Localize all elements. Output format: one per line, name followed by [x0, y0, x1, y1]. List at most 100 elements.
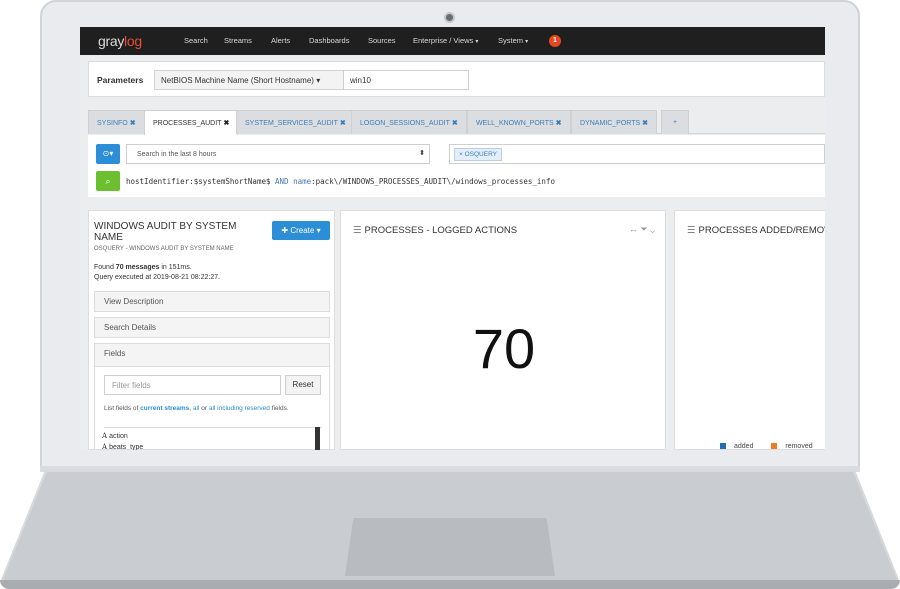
search-icon: ⌕ — [105, 176, 111, 186]
widget-title-text: PROCESSES ADDED/REMOVED — [698, 225, 825, 236]
caret-down-icon: ▾ — [109, 149, 114, 158]
nav-dashboards[interactable]: Dashboards — [309, 36, 349, 45]
filter-icon[interactable]: ⏷ — [640, 224, 647, 234]
view-description-toggle[interactable]: View Description — [94, 291, 330, 312]
query-value: :pack\/WINDOWS_PROCESSES_AUDIT\/windows_… — [311, 177, 555, 186]
query-operator: AND — [275, 177, 289, 186]
search-go-button[interactable]: ⌕ — [96, 171, 120, 191]
widget-processes-logged-actions: ☰ PROCESSES - LOGGED ACTIONS ↔ ⏷ ⌄ 70 — [340, 210, 666, 450]
field-name: action — [109, 433, 128, 440]
current-streams-link[interactable]: current streams — [140, 405, 189, 412]
string-type-icon: A — [102, 432, 108, 440]
reserved-fields-link[interactable]: all including reserved — [209, 405, 270, 412]
plus-icon: ✚ — [281, 226, 289, 235]
parameter-value-input[interactable]: win10 — [343, 70, 469, 90]
notification-badge[interactable]: 1 — [549, 35, 561, 47]
query-executed-time: Query executed at 2019-08-21 08:22:27. — [94, 274, 221, 281]
nav-enterprise-label: Enterprise / Views — [413, 36, 474, 45]
tab-logon-sessions-audit[interactable]: LOGON_SESSIONS_AUDIT ✖ — [351, 110, 467, 134]
add-tab-button[interactable]: + — [661, 110, 689, 134]
close-icon[interactable]: ✖ — [340, 120, 346, 127]
parameter-select-value: NetBIOS Machine Name (Short Hostname) — [161, 76, 314, 85]
found-count: 70 messages — [115, 264, 160, 271]
time-range-value: Search in the last 8 hours — [137, 151, 217, 158]
nav-sources[interactable]: Sources — [368, 36, 396, 45]
tab-dynamic-ports[interactable]: DYNAMIC_PORTS ✖ — [571, 110, 658, 134]
drag-handle-icon[interactable]: ☰ — [687, 225, 696, 236]
field-item[interactable]: Abeats_type — [102, 442, 151, 450]
divider — [104, 427, 322, 428]
remove-chip-icon[interactable]: × — [459, 151, 463, 158]
screen: graylog Search Streams Alerts Dashboards… — [80, 27, 825, 450]
widget-title: ☰PROCESSES ADDED/REMOVED — [687, 225, 825, 236]
close-icon[interactable]: ✖ — [130, 120, 136, 127]
tab-label: PROCESSES_AUDIT — [153, 120, 222, 127]
search-details-toggle[interactable]: Search Details — [94, 317, 330, 338]
nav-system-label: System — [498, 36, 524, 45]
field-list: Aaction Abeats_type AcalendarTime — [102, 431, 151, 450]
logo-text: gray — [98, 33, 125, 49]
string-type-icon: A — [102, 443, 108, 450]
fields-header[interactable]: Fields — [94, 343, 330, 367]
stream-chip-label: OSQUERY — [464, 151, 497, 158]
chevron-down-icon[interactable]: ⌄ — [650, 224, 655, 234]
legend-label-added: added — [734, 443, 754, 450]
legend-label-removed: removed — [785, 443, 813, 450]
tab-well-known-ports[interactable]: WELL_KNOWN_PORTS ✖ — [467, 110, 571, 134]
tab-system-services-audit[interactable]: SYSTEM_SERVICES_AUDIT ✖ — [236, 110, 355, 134]
parameters-bar: Parameters NetBIOS Machine Name (Short H… — [88, 61, 825, 97]
create-label: Create — [290, 226, 315, 235]
graylog-logo[interactable]: graylog — [98, 33, 142, 49]
expand-icon[interactable]: ↔ — [629, 224, 638, 234]
drag-handle-icon[interactable]: ☰ — [353, 225, 362, 236]
nav-enterprise-views[interactable]: Enterprise / Views ▾ — [413, 36, 478, 45]
camera-icon — [444, 12, 455, 23]
tab-processes-audit[interactable]: PROCESSES_AUDIT ✖ — [144, 110, 239, 135]
updown-caret-icon: ⬍ — [419, 150, 425, 157]
streams-filter[interactable]: × OSQUERY — [449, 144, 825, 164]
filter-fields-input[interactable]: Filter fields — [104, 375, 281, 395]
nav-search[interactable]: Search — [184, 36, 208, 45]
parameter-select[interactable]: NetBIOS Machine Name (Short Hostname) ▾ — [154, 70, 344, 90]
create-button[interactable]: ✚ Create ▾ — [272, 221, 330, 240]
tab-label: SYSINFO — [97, 120, 128, 127]
field-item[interactable]: Aaction — [102, 431, 151, 442]
tab-label: LOGON_SESSIONS_AUDIT — [360, 120, 450, 127]
query-value: :$systemShortName$ — [189, 177, 271, 186]
field-list-scrollbar[interactable] — [315, 427, 320, 450]
nav-streams[interactable]: Streams — [224, 36, 252, 45]
search-result-summary: Found 70 messages in 151ms. Query execut… — [94, 263, 220, 283]
close-icon[interactable]: ✖ — [556, 120, 562, 127]
close-icon[interactable]: ✖ — [223, 120, 229, 127]
field-name: beats_type — [109, 444, 144, 450]
tab-label: WELL_KNOWN_PORTS — [476, 120, 554, 127]
reset-button[interactable]: Reset — [285, 375, 321, 395]
list-hint-text: List fields of — [104, 405, 141, 412]
tab-sysinfo[interactable]: SYSINFO ✖ — [88, 110, 145, 134]
close-icon[interactable]: ✖ — [642, 120, 648, 127]
time-range-select[interactable]: Search in the last 8 hours ⬍ — [126, 144, 430, 164]
nav-alerts[interactable]: Alerts — [271, 36, 290, 45]
search-area: ⊙▾ Search in the last 8 hours ⬍ × OSQUERY… — [88, 135, 825, 197]
legend-swatch-removed — [771, 443, 778, 450]
logo-accent-text: log — [124, 33, 142, 49]
caret-down-icon: ▾ — [316, 76, 321, 85]
widget-title: ☰ PROCESSES - LOGGED ACTIONS — [353, 225, 517, 236]
caret-down-icon: ▾ — [525, 39, 529, 45]
list-hint-text: or — [199, 405, 209, 412]
nav-system[interactable]: System ▾ — [498, 36, 528, 45]
query-tabs: SYSINFO ✖ PROCESSES_AUDIT ✖ SYSTEM_SERVICE… — [88, 110, 825, 135]
field-list-options: List fields of current streams, all or a… — [104, 405, 289, 412]
stream-chip[interactable]: × OSQUERY — [454, 148, 502, 161]
query-input[interactable]: hostIdentifier:$systemShortName$ AND nam… — [126, 177, 555, 186]
close-icon[interactable]: ✖ — [452, 120, 458, 127]
legend-swatch-added — [720, 443, 726, 450]
search-sidebar: WINDOWS AUDIT BY SYSTEM NAME OSQUERY - W… — [88, 210, 335, 450]
time-range-type-button[interactable]: ⊙▾ — [96, 144, 120, 164]
tab-label: SYSTEM_SERVICES_AUDIT — [245, 120, 338, 127]
laptop-base — [0, 466, 900, 589]
found-suffix: in 151ms. — [159, 264, 192, 271]
top-navbar: graylog Search Streams Alerts Dashboards… — [80, 27, 825, 55]
chart-legend: added removed — [720, 443, 813, 450]
widget-processes-added-removed: ☰PROCESSES ADDED/REMOVED added removed — [674, 210, 825, 450]
